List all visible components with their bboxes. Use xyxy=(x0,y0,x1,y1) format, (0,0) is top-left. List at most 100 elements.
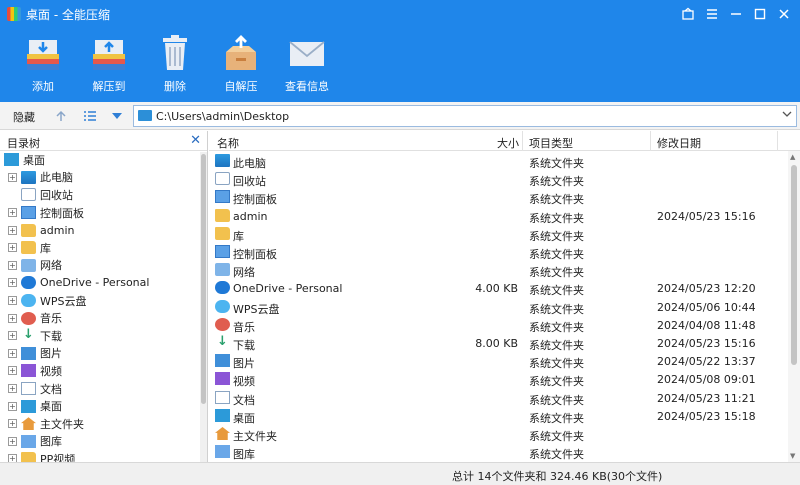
tree-item[interactable]: + 视频 xyxy=(8,362,62,380)
expand-icon[interactable]: + xyxy=(8,348,17,358)
tree-item-label: admin xyxy=(40,223,75,237)
expand-icon[interactable]: + xyxy=(8,278,17,288)
cloud-icon xyxy=(215,281,230,295)
file-name: 网络 xyxy=(233,266,255,280)
file-modified: 2024/05/23 15:16 xyxy=(657,209,756,223)
desktop-icon xyxy=(138,110,152,121)
expand-icon[interactable]: + xyxy=(8,454,17,462)
tree-item[interactable]: + 图片 xyxy=(8,345,62,363)
file-row[interactable]: 主文件夹 系统文件夹 xyxy=(209,425,789,443)
box-upload-icon xyxy=(226,35,256,70)
tree-item-label: 下载 xyxy=(40,329,62,343)
column-type[interactable]: 项目类型 xyxy=(529,135,573,151)
tree-item[interactable]: + 文档 xyxy=(8,380,62,398)
file-row[interactable]: 库 系统文件夹 xyxy=(209,225,789,243)
file-row[interactable]: 文档 系统文件夹 2024/05/23 11:21 xyxy=(209,389,789,407)
expand-icon[interactable]: + xyxy=(8,419,17,429)
file-row[interactable]: 此电脑 系统文件夹 xyxy=(209,152,789,170)
hide-tree-button[interactable]: 隐藏 xyxy=(13,109,35,125)
file-row[interactable]: 图库 系统文件夹 xyxy=(209,443,789,461)
path-input[interactable]: C:\Users\admin\Desktop xyxy=(133,105,797,127)
column-modified[interactable]: 修改日期 xyxy=(657,135,701,151)
tree-item[interactable]: + 主文件夹 xyxy=(8,415,84,433)
window-title: 桌面 - 全能压缩 xyxy=(26,8,110,22)
add-button[interactable]: 添加 xyxy=(10,34,76,96)
tree-item[interactable]: + PP视频 xyxy=(8,450,75,462)
file-row[interactable]: ↓ 下载 8.00 KB 系统文件夹 2024/05/23 15:16 xyxy=(209,334,789,352)
file-name: 控制面板 xyxy=(233,193,277,207)
expand-icon[interactable]: + xyxy=(8,401,17,411)
tree-item-label: OneDrive - Personal xyxy=(40,276,150,290)
file-size: 8.00 KB xyxy=(475,337,518,350)
tree-item[interactable]: + 网络 xyxy=(8,257,62,275)
file-type: 系统文件夹 xyxy=(529,175,584,189)
file-row[interactable]: admin 系统文件夹 2024/05/23 15:16 xyxy=(209,207,789,225)
delete-button[interactable]: 删除 xyxy=(142,34,208,96)
file-row[interactable]: 图片 系统文件夹 2024/05/22 13:37 xyxy=(209,352,789,370)
close-icon[interactable] xyxy=(774,4,794,24)
expand-icon[interactable]: + xyxy=(8,366,17,376)
tree-item[interactable]: + WPS云盘 xyxy=(8,292,87,310)
status-bar: 总计 14个文件夹和 324.46 KB(30个文件) xyxy=(0,462,800,485)
list-view-icon[interactable] xyxy=(81,107,99,125)
close-tree-icon[interactable]: ✕ xyxy=(190,133,201,148)
column-name[interactable]: 名称 xyxy=(217,135,239,151)
app-logo-icon xyxy=(7,7,21,21)
minimize-icon[interactable] xyxy=(726,4,746,24)
file-type: 系统文件夹 xyxy=(529,302,584,316)
file-row[interactable]: 控制面板 系统文件夹 xyxy=(209,243,789,261)
file-row[interactable]: 回收站 系统文件夹 xyxy=(209,170,789,188)
computer-icon xyxy=(21,170,36,184)
self-extract-button[interactable]: 自解压 xyxy=(208,34,274,96)
tree-item[interactable]: + 图库 xyxy=(8,433,62,451)
path-dropdown-icon[interactable] xyxy=(782,109,792,122)
tree-item[interactable]: + 控制面板 xyxy=(8,204,84,222)
expand-icon[interactable]: + xyxy=(8,225,17,235)
tree-item[interactable]: 回收站 xyxy=(8,186,73,204)
file-modified: 2024/04/08 11:48 xyxy=(657,318,756,332)
expand-icon[interactable]: + xyxy=(8,172,17,182)
home-icon xyxy=(21,417,36,431)
view-dropdown-icon[interactable] xyxy=(108,107,126,125)
tree-item[interactable]: 桌面 xyxy=(4,151,45,169)
tree-item[interactable]: + OneDrive - Personal xyxy=(8,274,149,292)
maximize-icon[interactable] xyxy=(750,4,770,24)
file-name: 图片 xyxy=(233,357,255,371)
file-row[interactable]: 控制面板 系统文件夹 xyxy=(209,188,789,206)
column-size[interactable]: 大小 xyxy=(497,135,519,151)
file-row[interactable]: 网络 系统文件夹 xyxy=(209,261,789,279)
expand-icon[interactable]: + xyxy=(8,331,17,341)
tree-item-label: 桌面 xyxy=(23,153,45,167)
trash-icon xyxy=(163,35,187,70)
extract-to-button[interactable]: 解压到 xyxy=(76,34,142,96)
skin-icon[interactable] xyxy=(678,4,698,24)
tree-scrollbar[interactable] xyxy=(200,152,207,462)
expand-icon[interactable]: + xyxy=(8,384,17,394)
expand-icon[interactable]: + xyxy=(8,296,17,306)
tree-item[interactable]: + 音乐 xyxy=(8,309,62,327)
folder-icon xyxy=(215,226,230,240)
tree-item[interactable]: + 库 xyxy=(8,239,51,257)
expand-icon[interactable]: + xyxy=(8,243,17,253)
file-row[interactable]: OneDrive - Personal 4.00 KB 系统文件夹 2024/05/2… xyxy=(209,279,789,297)
file-name: 文档 xyxy=(233,393,255,407)
file-row[interactable]: 桌面 系统文件夹 2024/05/23 15:18 xyxy=(209,407,789,425)
file-type: 系统文件夹 xyxy=(529,193,584,207)
up-arrow-icon[interactable] xyxy=(52,107,70,125)
file-modified: 2024/05/23 15:16 xyxy=(657,337,756,350)
menu-icon[interactable] xyxy=(702,4,722,24)
tree-item[interactable]: + ↓ 下载 xyxy=(8,327,62,345)
expand-icon[interactable]: + xyxy=(8,260,17,270)
tree-item[interactable]: + admin xyxy=(8,221,74,239)
tree-item[interactable]: + 此电脑 xyxy=(8,169,73,187)
file-row[interactable]: 视频 系统文件夹 2024/05/08 09:01 xyxy=(209,370,789,388)
file-modified: 2024/05/08 09:01 xyxy=(657,373,756,387)
file-row[interactable]: 音乐 系统文件夹 2024/04/08 11:48 xyxy=(209,316,789,334)
expand-icon[interactable]: + xyxy=(8,436,17,446)
file-row[interactable]: WPS云盘 系统文件夹 2024/05/06 10:44 xyxy=(209,298,789,316)
tree-item[interactable]: + 桌面 xyxy=(8,397,62,415)
view-info-button[interactable]: 查看信息 xyxy=(274,34,340,96)
file-list-scrollbar[interactable]: ▲ ▼ xyxy=(788,151,800,462)
expand-icon[interactable]: + xyxy=(8,208,17,218)
expand-icon[interactable]: + xyxy=(8,313,17,323)
